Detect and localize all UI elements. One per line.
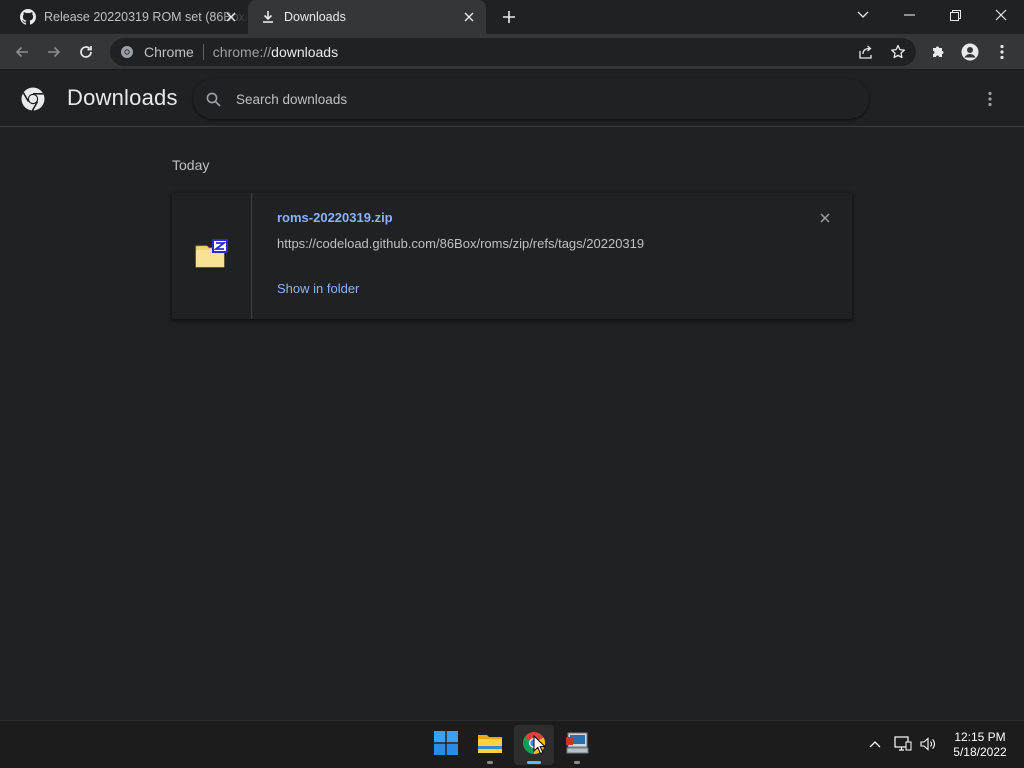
browser-toolbar: Chrome chrome://downloads <box>0 34 1024 70</box>
back-button[interactable] <box>10 40 34 64</box>
share-button[interactable] <box>854 40 878 64</box>
taskbar-file-explorer[interactable] <box>470 725 510 765</box>
86box-icon <box>565 731 589 760</box>
url-scheme: chrome:// <box>212 44 272 60</box>
speaker-icon <box>920 737 935 751</box>
page-title: Downloads <box>67 85 178 110</box>
close-icon[interactable] <box>224 10 238 24</box>
url-host: downloads <box>271 44 339 60</box>
clock-date: 5/18/2022 <box>953 745 1007 759</box>
close-window-button[interactable] <box>978 0 1024 30</box>
restore-button[interactable] <box>932 0 978 30</box>
restore-icon <box>949 9 961 21</box>
reload-button[interactable] <box>74 40 98 64</box>
running-indicator <box>574 761 580 764</box>
chrome-logo-icon <box>21 87 45 111</box>
search-bar[interactable] <box>193 79 869 119</box>
remove-download-button[interactable] <box>817 210 833 226</box>
file-explorer-icon <box>477 732 503 759</box>
network-button[interactable] <box>892 733 914 755</box>
show-hidden-icons-button[interactable] <box>864 733 886 755</box>
volume-button[interactable] <box>917 733 939 755</box>
avatar-icon <box>961 43 979 61</box>
mouse-cursor-icon <box>533 735 547 755</box>
tab-search-button[interactable] <box>840 0 886 30</box>
more-vert-icon <box>988 91 992 107</box>
omnibox-divider <box>202 44 204 60</box>
tab-strip: Release 20220319 ROM set (86Box/roms) Do… <box>0 0 1024 34</box>
search-input[interactable] <box>236 91 836 107</box>
share-icon <box>859 45 872 59</box>
tab-title: Downloads <box>284 10 346 24</box>
github-icon <box>20 9 36 25</box>
bookmark-button[interactable] <box>886 40 910 64</box>
tab-title: Release 20220319 ROM set (86Box/roms) <box>44 10 248 24</box>
tab-github-release[interactable]: Release 20220319 ROM set (86Box/roms) <box>8 0 248 34</box>
reload-icon <box>80 46 92 58</box>
chevron-up-icon <box>869 741 881 748</box>
date-group-label: Today <box>172 157 210 173</box>
chrome-icon <box>119 44 135 60</box>
minimize-icon <box>903 14 915 16</box>
running-indicator <box>487 761 493 764</box>
chrome-menu-button[interactable] <box>990 40 1014 64</box>
clock-time: 12:15 PM <box>954 730 1006 744</box>
site-name: Chrome <box>144 44 194 60</box>
puzzle-icon <box>933 46 944 57</box>
active-indicator <box>527 761 541 764</box>
system-clock[interactable]: 12:15 PM 5/18/2022 <box>946 730 1014 760</box>
close-icon[interactable] <box>462 10 476 24</box>
file-name-link[interactable]: roms-20220319.zip <box>277 210 393 225</box>
tab-downloads[interactable]: Downloads <box>248 0 486 34</box>
downloads-menu-button[interactable] <box>978 87 1002 111</box>
address-bar[interactable]: Chrome chrome://downloads <box>110 38 916 66</box>
taskbar-86box[interactable] <box>557 725 597 765</box>
close-icon <box>820 213 830 223</box>
forward-button[interactable] <box>42 40 66 64</box>
download-item-icon-column <box>172 193 252 319</box>
chevron-down-icon <box>857 11 869 18</box>
download-icon <box>260 9 276 25</box>
search-icon <box>204 90 222 108</box>
close-icon <box>995 9 1007 21</box>
downloads-header: Downloads <box>0 71 1024 127</box>
plus-icon <box>503 11 515 23</box>
taskbar: 12:15 PM 5/18/2022 <box>0 720 1024 768</box>
new-tab-button[interactable] <box>498 6 520 28</box>
network-icon <box>894 736 912 751</box>
arrow-right-icon <box>48 46 61 58</box>
more-vert-icon <box>1000 44 1004 60</box>
extensions-button[interactable] <box>926 40 950 64</box>
download-item: roms-20220319.zip https://codeload.githu… <box>172 193 852 319</box>
show-in-folder-link[interactable]: Show in folder <box>277 281 359 296</box>
file-source-url: https://codeload.github.com/86Box/roms/z… <box>277 236 645 251</box>
zip-folder-icon <box>195 238 229 274</box>
minimize-button[interactable] <box>886 0 932 30</box>
star-icon <box>891 44 905 59</box>
windows-start-icon <box>434 730 458 760</box>
profile-button[interactable] <box>958 40 982 64</box>
start-button[interactable] <box>426 725 466 765</box>
arrow-left-icon <box>15 46 28 58</box>
